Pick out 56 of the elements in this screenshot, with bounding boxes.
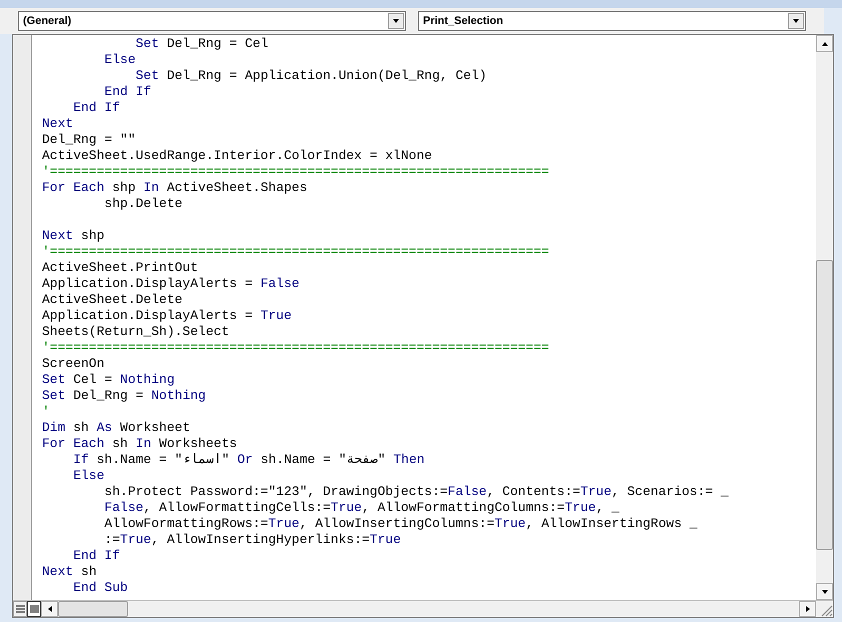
code-line: Set Del_Rng = Cel: [134, 36, 268, 52]
code-line: End If: [72, 548, 120, 564]
dropdown-field[interactable]: Print_Selection: [418, 11, 806, 31]
up-arrow-icon: [820, 40, 828, 48]
code-line: ': [42, 404, 50, 420]
code-line: Set Del_Rng = Application.Union(Del_Rng, Cel): [134, 68, 487, 84]
code-line: Application.DisplayAlerts = True: [42, 308, 292, 324]
dropdown-field[interactable]: (General): [18, 11, 406, 31]
code-line: For Each sh In Worksheets: [42, 436, 238, 452]
code-line: ActiveSheet.UsedRange.Interior.ColorIndex = xlNone: [42, 148, 432, 164]
code-line: End If: [103, 84, 152, 100]
left-arrow-icon: [46, 605, 54, 613]
scroll-thumb[interactable]: [816, 260, 833, 550]
code-line: Next shp: [42, 228, 104, 244]
horizontal-scrollbar[interactable]: [41, 601, 816, 617]
scroll-down-button[interactable]: [816, 583, 833, 600]
module-view-button[interactable]: [27, 601, 41, 617]
code-line: ActiveSheet.Delete: [42, 292, 182, 308]
caret-icon: [792, 17, 800, 25]
code-line: '================================================================: [42, 340, 550, 356]
scroll-left-button[interactable]: [41, 601, 58, 617]
code-line: False, AllowFormattingCells:=True, AllowFormattingColumns:=True, _: [103, 500, 620, 516]
code-line: AllowFormattingRows:=True, AllowInsertingColumns:=True, AllowInsertingRows _: [103, 516, 698, 532]
code-line: Next sh: [42, 564, 97, 580]
code-line: shp.Delete: [103, 196, 182, 212]
code-line: Dim sh As Worksheet: [42, 420, 190, 436]
code-line: Next: [42, 116, 74, 132]
code-line: Application.DisplayAlerts = False: [42, 276, 300, 292]
code-line: Del_Rng = "": [42, 132, 136, 148]
code-line: '================================================================: [42, 244, 550, 260]
scroll-thumb[interactable]: [58, 601, 128, 617]
dropdown-button[interactable]: [388, 13, 404, 29]
vertical-scrollbar[interactable]: [816, 35, 833, 600]
code-line: End If: [72, 100, 120, 116]
code-line: ActiveSheet.PrintOut: [42, 260, 198, 276]
code-line: Else: [103, 52, 136, 68]
resize-grip-icon[interactable]: [821, 605, 833, 617]
down-arrow-icon: [820, 588, 828, 596]
code-line: Sheets(Return_Sh).Select: [42, 324, 230, 340]
code-line: '================================================================: [42, 164, 550, 180]
scroll-up-button[interactable]: [816, 35, 833, 52]
dropdown-button[interactable]: [788, 13, 804, 29]
code-line: ScreenOn: [42, 356, 104, 372]
caret-icon: [392, 17, 400, 25]
scroll-right-button[interactable]: [799, 601, 816, 617]
right-arrow-icon: [804, 605, 812, 613]
procedure-view-button[interactable]: [13, 601, 27, 617]
code-line: sh.Protect Password:="123", DrawingObjects:=False, Contents:=True, Scenarios:= _: [103, 484, 729, 500]
code-line: Set Cel = Nothing: [42, 372, 175, 388]
code-line: End Sub: [72, 580, 128, 596]
lines-icon: [16, 605, 24, 613]
code-line: :=True, AllowInsertingHyperlinks:=True: [103, 532, 401, 548]
code-line: Set Del_Rng = Nothing: [42, 388, 206, 404]
code-line: Else: [72, 468, 104, 484]
lines-icon: [30, 604, 38, 614]
code-line: For Each shp In ActiveSheet.Shapes: [42, 180, 308, 196]
